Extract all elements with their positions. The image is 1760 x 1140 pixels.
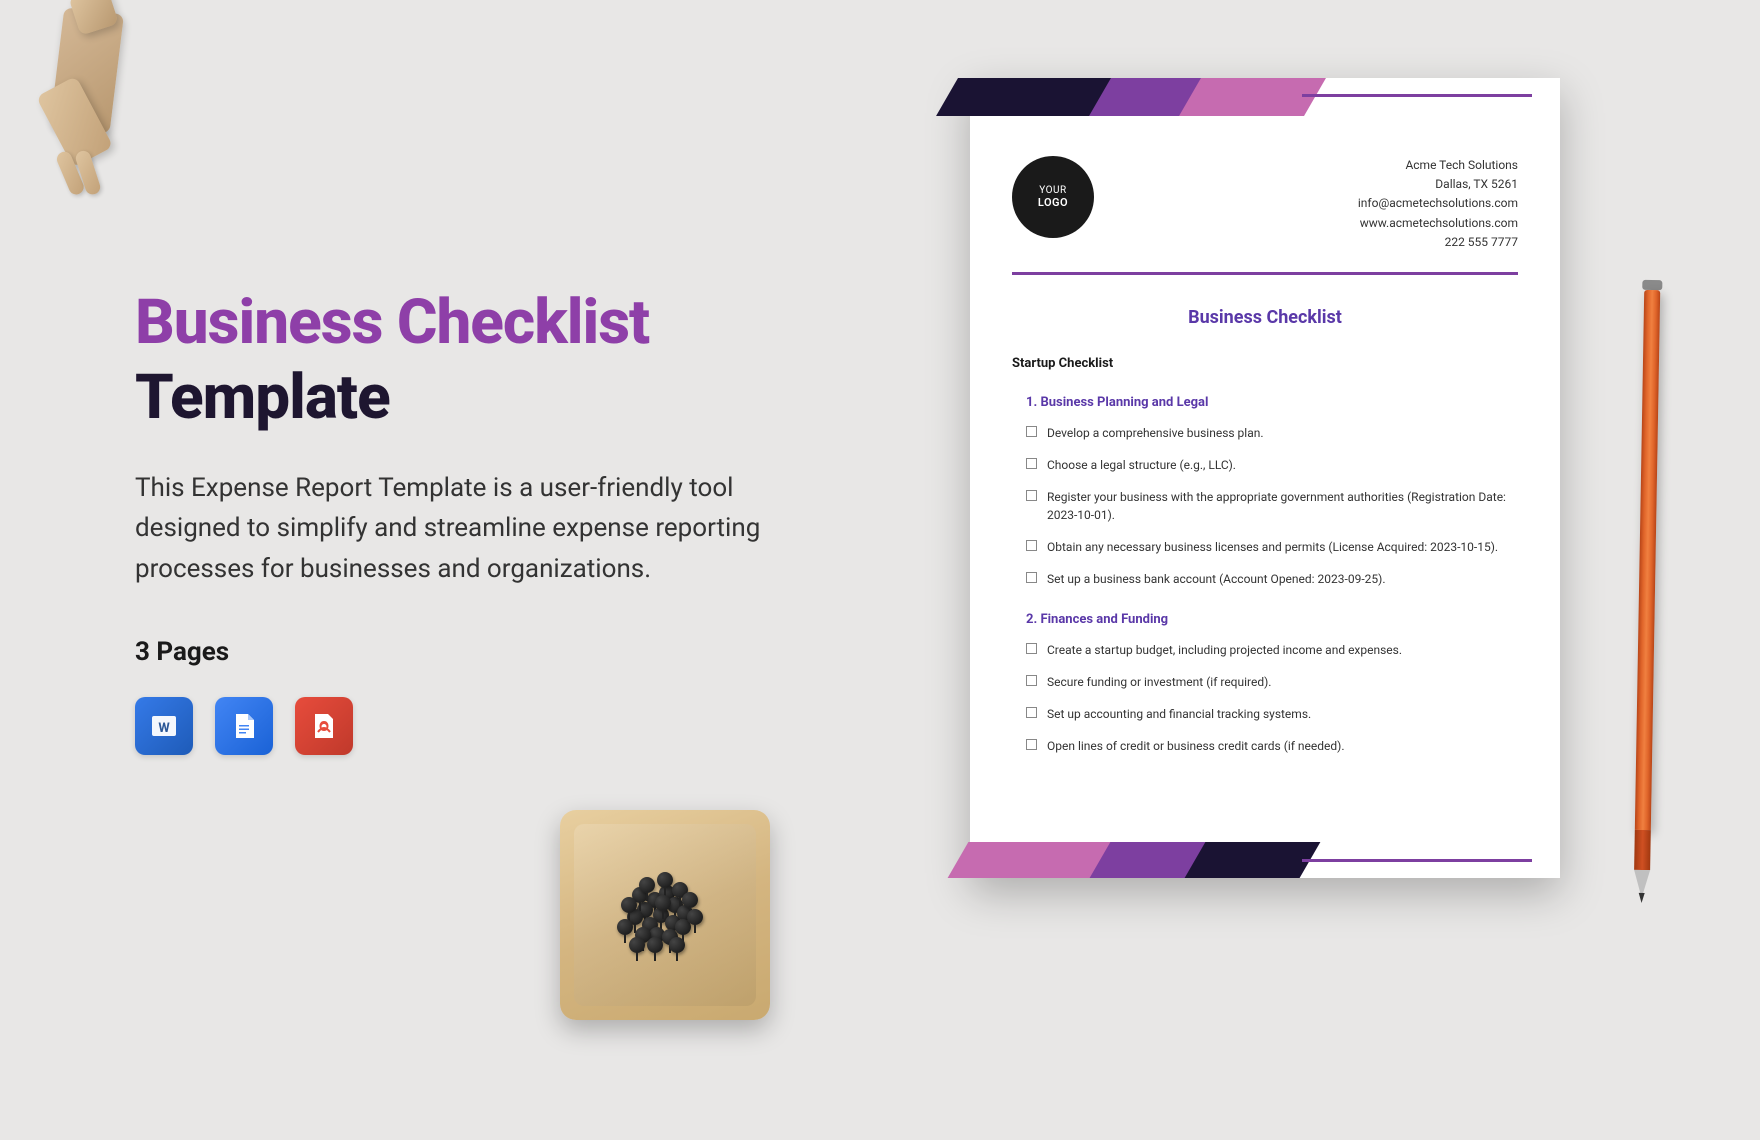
checklist-item: Create a startup budget, including proje…: [1012, 641, 1518, 659]
section-title: 1. Business Planning and Legal: [1012, 395, 1518, 410]
checklist-item: Open lines of credit or business credit …: [1012, 737, 1518, 755]
checklist-item-text: Open lines of credit or business credit …: [1047, 737, 1345, 755]
checklist-item: Register your business with the appropri…: [1012, 488, 1518, 524]
left-panel: Business Checklist Template This Expense…: [135, 290, 795, 755]
checklist-item: Develop a comprehensive business plan.: [1012, 424, 1518, 442]
checkbox-icon: [1026, 643, 1037, 654]
checklist-item: Set up accounting and financial tracking…: [1012, 705, 1518, 723]
pen-prop: [1634, 280, 1661, 900]
title-line-1: Business Checklist: [135, 290, 795, 355]
company-phone: 222 555 7777: [1358, 233, 1518, 252]
google-docs-icon: [215, 697, 273, 755]
doc-subheading: Startup Checklist: [1012, 356, 1518, 371]
checkbox-icon: [1026, 707, 1037, 718]
checkbox-icon: [1026, 739, 1037, 750]
company-name: Acme Tech Solutions: [1358, 156, 1518, 175]
company-address: Dallas, TX 5261: [1358, 175, 1518, 194]
checklist-item: Choose a legal structure (e.g., LLC).: [1012, 456, 1518, 474]
mannequin-prop: [0, 0, 235, 212]
document-preview: YOUR LOGO Acme Tech Solutions Dallas, TX…: [970, 78, 1560, 878]
checkbox-icon: [1026, 490, 1037, 501]
checklist-item-text: Develop a comprehensive business plan.: [1047, 424, 1264, 442]
checkbox-icon: [1026, 426, 1037, 437]
section-title: 2. Finances and Funding: [1012, 612, 1518, 627]
doc-title: Business Checklist: [970, 307, 1560, 328]
checklist-item: Obtain any necessary business licenses a…: [1012, 538, 1518, 556]
pages-count: 3 Pages: [135, 637, 795, 667]
checkbox-icon: [1026, 458, 1037, 469]
doc-footer-graphic: [970, 836, 1560, 878]
doc-header-graphic: [970, 78, 1560, 136]
doc-divider: [1012, 272, 1518, 275]
checklist-item: Secure funding or investment (if require…: [1012, 673, 1518, 691]
checklist-item-text: Obtain any necessary business licenses a…: [1047, 538, 1498, 556]
company-email: info@acmetechsolutions.com: [1358, 194, 1518, 213]
checklist-item-text: Create a startup budget, including proje…: [1047, 641, 1402, 659]
description-text: This Expense Report Template is a user-f…: [135, 468, 795, 589]
logo-text-bottom: LOGO: [1038, 196, 1068, 209]
checklist-item-text: Register your business with the appropri…: [1047, 488, 1518, 524]
pdf-icon: [295, 697, 353, 755]
logo-placeholder: YOUR LOGO: [1012, 156, 1094, 238]
pushpin-block-prop: [560, 810, 770, 1020]
checklist-item: Set up a business bank account (Account …: [1012, 570, 1518, 588]
checklist-item-text: Secure funding or investment (if require…: [1047, 673, 1271, 691]
svg-text:W: W: [158, 721, 170, 736]
checkbox-icon: [1026, 572, 1037, 583]
checkbox-icon: [1026, 540, 1037, 551]
checkbox-icon: [1026, 675, 1037, 686]
checklist-item-text: Set up a business bank account (Account …: [1047, 570, 1385, 588]
checklist-item-text: Set up accounting and financial tracking…: [1047, 705, 1311, 723]
company-website: www.acmetechsolutions.com: [1358, 214, 1518, 233]
format-icons-row: W: [135, 697, 795, 755]
word-icon: W: [135, 697, 193, 755]
company-info: Acme Tech Solutions Dallas, TX 5261 info…: [1358, 156, 1518, 252]
checklist-item-text: Choose a legal structure (e.g., LLC).: [1047, 456, 1236, 474]
logo-text-top: YOUR: [1039, 185, 1066, 196]
title-line-2: Template: [135, 361, 795, 434]
